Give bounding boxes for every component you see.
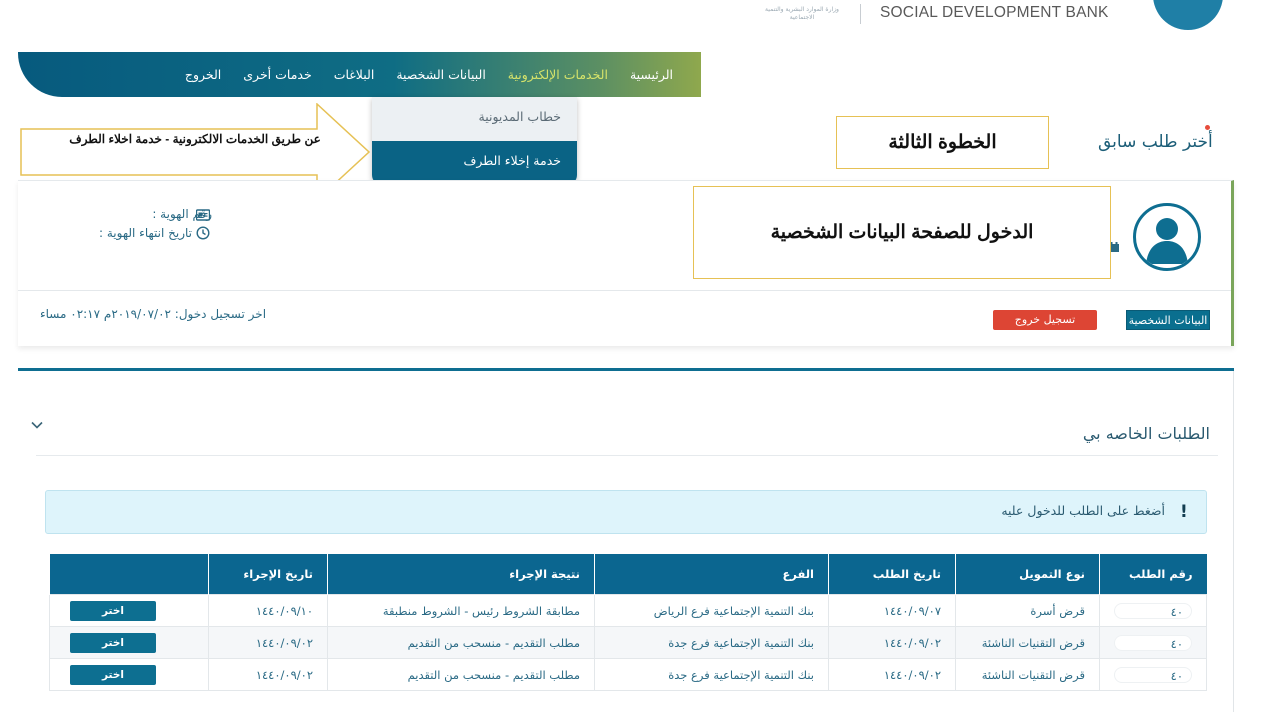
col-finance-type: نوع التمويل [955,554,1100,595]
previous-request-link[interactable]: أختر طلب سابق [1098,132,1273,156]
nav-item-personal-data[interactable]: البيانات الشخصية [396,67,485,82]
cell-finance-type: قرض أسرة [955,594,1100,627]
id-expiry-row: تاريخ انتهاء الهوية : [60,226,192,244]
table-header-row: رقم الطلب نوع التمويل تاريخ الطلب الفرع … [49,554,1207,595]
cell-action-date: ١٤٤٠/٠٩/٠٢ [208,658,328,691]
dropdown-item-debt-letter[interactable]: خطاب المديونية [372,97,577,141]
col-actions [49,554,209,595]
clock-icon [196,226,210,240]
personal-data-button[interactable]: البيانات الشخصية [1126,310,1210,330]
cell-finance-type: قرض التقنيات الناشئة [955,626,1100,659]
requests-table: رقم الطلب نوع التمويل تاريخ الطلب الفرع … [49,554,1207,691]
exclamation-icon: ! [1180,502,1188,522]
arrow-callout-text: عن طريق الخدمات الالكترونية - خدمة اخلاء… [69,132,321,146]
cell-request-number: ٤٠ [1099,594,1207,627]
eservices-dropdown: خطاب المديونية خدمة إخلاء الطرف [372,97,577,185]
cell-action-result: مطلب التقديم - منسحب من التقديم [327,658,595,691]
avatar [1133,203,1201,271]
cell-request-date: ١٤٤٠/٠٩/٠٢ [828,626,956,659]
main-nav: الخروج خدمات أخرى البلاغات البيانات الشخصية… [18,52,701,97]
request-number: ٤٠ [1114,634,1192,651]
notification-dot [1205,125,1210,130]
select-button[interactable]: اختر [70,632,156,653]
select-button[interactable]: اختر [70,600,156,621]
card-divider [18,290,1231,291]
cell-request-number: ٤٠ [1099,626,1207,659]
col-action-result: نتيجة الإجراء [327,554,595,595]
profile-callout: الدخول للصفحة البيانات الشخصية [693,186,1111,279]
cell-finance-type: قرض التقنيات الناشئة [955,658,1100,691]
nav-item-other-services[interactable]: خدمات أخرى [243,67,311,82]
cell-action-result: مطابقة الشروط رئيس - الشروط منطبقة [327,594,595,627]
nav-item-home[interactable]: الرئيسية [630,67,673,82]
id-expiry-label: تاريخ انتهاء الهوية : [99,226,192,240]
col-branch: الفرع [594,554,829,595]
cell-request-date: ١٤٤٠/٠٩/٠٢ [828,658,956,691]
col-request-number: رقم الطلب [1099,554,1207,595]
cell-action-date: ١٤٤٠/٠٩/١٠ [208,594,328,627]
dropdown-item-clearance-service[interactable]: خدمة إخلاء الطرف [372,141,577,185]
cell-branch: بنك التنمية الإجتماعية فرع جدة [594,658,829,691]
cell-branch: بنك التنمية الإجتماعية فرع الرياض [594,594,829,627]
cell-branch: بنك التنمية الإجتماعية فرع جدة [594,626,829,659]
ministry-logo: وزارة الموارد البشرية والتنمية الاجتماعي… [765,6,839,21]
select-button[interactable]: اختر [70,664,156,685]
cell-action-result: مطلب التقديم - منسحب من التقديم [327,626,595,659]
cell-actions: اختر [49,594,209,627]
cell-request-date: ١٤٤٠/٠٩/٠٧ [828,594,956,627]
nav-item-logout[interactable]: الخروج [185,67,221,82]
user-icon [1146,218,1188,264]
nav-item-eservices[interactable]: الخدمات الإلكترونية [508,67,608,82]
request-number: ٤٠ [1114,602,1192,619]
panel-divider [36,455,1218,456]
cell-request-number: ٤٠ [1099,658,1207,691]
alert-text: أضغط على الطلب للدخول عليه [1001,503,1165,518]
cell-action-date: ١٤٤٠/٠٩/٠٢ [208,626,328,659]
table-row[interactable]: ٤٠ قرض التقنيات الناشئة ١٤٤٠/٠٩/٠٢ بنك ا… [49,626,1207,659]
nav-item-reports[interactable]: البلاغات [334,67,375,82]
requests-title: الطلبات الخاصه بي [1082,424,1210,443]
request-number: ٤٠ [1114,666,1192,683]
col-request-date: تاريخ الطلب [828,554,956,595]
cell-actions: اختر [49,626,209,659]
bank-name: SOCIAL DEVELOPMENT BANK [880,4,1109,21]
step-callout: الخطوة الثالثة [836,116,1049,169]
logout-button[interactable]: تسجيل خروج [993,310,1097,330]
chevron-down-icon[interactable] [30,418,44,432]
last-login-text: اخر تسجيل دخول: ٢٠١٩/٠٧/٠٢م ٠٢:١٧ مساء [40,307,267,321]
col-action-date: تاريخ الإجراء [208,554,328,595]
table-row[interactable]: ٤٠ قرض أسرة ١٤٤٠/٠٩/٠٧ بنك التنمية الإجت… [49,594,1207,627]
table-row[interactable]: ٤٠ قرض التقنيات الناشئة ١٤٤٠/٠٩/٠٢ بنك ا… [49,658,1207,691]
header-separator [860,4,861,24]
id-card-icon [196,209,210,221]
cell-actions: اختر [49,658,209,691]
